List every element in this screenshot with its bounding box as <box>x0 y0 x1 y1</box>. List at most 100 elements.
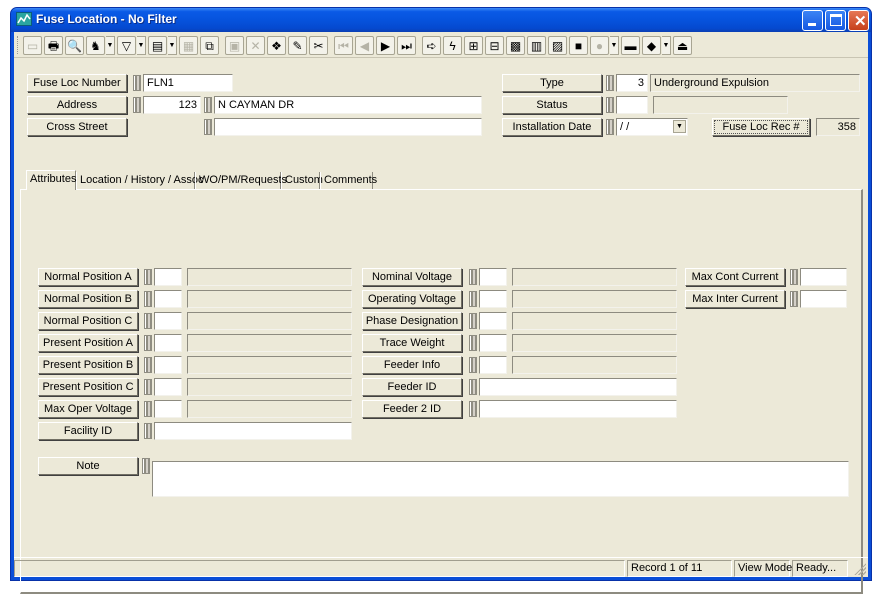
maximize-button[interactable] <box>825 10 846 31</box>
tab-custom[interactable]: Custom <box>281 172 323 190</box>
edit-button[interactable]: ✎ <box>288 36 307 55</box>
note-textarea[interactable] <box>152 461 849 497</box>
operating-voltage-code-field[interactable] <box>479 290 507 308</box>
chevron-down-icon[interactable]: ▼ <box>673 120 686 133</box>
last-button[interactable]: ⏭ <box>397 36 416 55</box>
resize-grip[interactable] <box>854 563 866 575</box>
address-button[interactable]: Address <box>27 96 127 114</box>
feeder-info-code-field[interactable] <box>479 356 507 374</box>
cross-street-field[interactable] <box>214 118 482 136</box>
installation-date-field[interactable]: / / ▼ <box>616 118 688 136</box>
nominal-voltage-code-field[interactable] <box>479 268 507 286</box>
preview-button[interactable]: 🔍 <box>65 36 84 55</box>
minimize-button[interactable] <box>802 10 823 31</box>
properties-button[interactable]: ▦ <box>179 36 198 55</box>
feeder-id-field[interactable] <box>479 378 677 396</box>
phase-designation-code-field[interactable] <box>479 312 507 330</box>
feeder-id-button[interactable]: Feeder ID <box>362 378 462 396</box>
address-number-field[interactable]: 123 <box>143 96 201 114</box>
report-button[interactable]: ▤ <box>148 36 167 55</box>
tab-attributes[interactable]: Attributes <box>26 170 76 190</box>
operating-voltage-button[interactable]: Operating Voltage <box>362 290 462 308</box>
trace-weight-code-field[interactable] <box>479 334 507 352</box>
tab-location-history-assoc[interactable]: Location / History / Assoc <box>76 172 204 190</box>
report-dropdown[interactable]: ▼ <box>168 36 177 55</box>
status-code-field[interactable] <box>616 96 648 114</box>
exit-button[interactable]: ⏏ <box>673 36 692 55</box>
title-bar[interactable]: Fuse Location - No Filter ✕ <box>11 8 871 32</box>
normal-position-a-code-field[interactable] <box>154 268 182 286</box>
tab-wo-pm-requests[interactable]: WO/PM/Requests <box>195 172 287 190</box>
facility-id-field[interactable] <box>154 422 352 440</box>
tab-comments[interactable]: Comments <box>320 172 377 190</box>
fuse-loc-number-field[interactable]: FLN1 <box>143 74 233 92</box>
max-inter-current-button[interactable]: Max Inter Current <box>685 290 785 308</box>
feeder-2-id-button[interactable]: Feeder 2 ID <box>362 400 462 418</box>
max-cont-current-field[interactable] <box>800 268 847 286</box>
book-dropdown[interactable]: ▼ <box>662 36 671 55</box>
installation-date-button[interactable]: Installation Date <box>502 118 602 136</box>
copy-record-button[interactable]: ⧉ <box>200 36 219 55</box>
present-position-c-button[interactable]: Present Position C <box>38 378 138 396</box>
feeder-2-id-field[interactable] <box>479 400 677 418</box>
book-button[interactable]: ◆ <box>642 36 661 55</box>
feeder-info-button[interactable]: Feeder Info <box>362 356 462 374</box>
globe-button[interactable]: ● <box>590 36 609 55</box>
network-button[interactable]: ⊟ <box>485 36 504 55</box>
linked-button[interactable]: ▨ <box>548 36 567 55</box>
present-position-b-code-field[interactable] <box>154 356 182 374</box>
search-button[interactable]: ♞ <box>86 36 105 55</box>
record-view-button[interactable]: ▭ <box>23 36 42 55</box>
normal-position-c-button[interactable]: Normal Position C <box>38 312 138 330</box>
archive-button[interactable]: ▥ <box>527 36 546 55</box>
present-position-a-button[interactable]: Present Position A <box>38 334 138 352</box>
add-button[interactable]: ❖ <box>267 36 286 55</box>
status-button[interactable]: Status <box>502 96 602 114</box>
next-button[interactable]: ▶ <box>376 36 395 55</box>
cut-button[interactable]: ✂ <box>309 36 328 55</box>
fuse-loc-number-button[interactable]: Fuse Loc Number <box>27 74 127 92</box>
globe-dropdown[interactable]: ▼ <box>610 36 619 55</box>
normal-position-c-code-field[interactable] <box>154 312 182 330</box>
fuse-loc-rec-button[interactable]: Fuse Loc Rec # <box>712 118 810 136</box>
required-marker <box>144 401 152 417</box>
present-position-c-description-field <box>187 378 352 396</box>
max-inter-current-field[interactable] <box>800 290 847 308</box>
normal-position-b-code-field[interactable] <box>154 290 182 308</box>
save-button[interactable]: ▣ <box>225 36 244 55</box>
filter-dropdown[interactable]: ▼ <box>137 36 146 55</box>
max-cont-current-button[interactable]: Max Cont Current <box>685 268 785 286</box>
normal-position-b-button[interactable]: Normal Position B <box>38 290 138 308</box>
close-button[interactable]: ✕ <box>848 10 869 31</box>
phase-designation-button[interactable]: Phase Designation <box>362 312 462 330</box>
calculator-button[interactable]: ▬ <box>621 36 640 55</box>
print-button[interactable]: 🖶 <box>44 36 63 55</box>
present-position-b-button[interactable]: Present Position B <box>38 356 138 374</box>
trace-weight-button[interactable]: Trace Weight <box>362 334 462 352</box>
nominal-voltage-button[interactable]: Nominal Voltage <box>362 268 462 286</box>
trace-button[interactable]: ϟ <box>443 36 462 55</box>
previous-button[interactable]: ◀ <box>355 36 374 55</box>
search-dropdown[interactable]: ▼ <box>106 36 115 55</box>
filter-button[interactable]: ▽ <box>117 36 136 55</box>
equipment-button[interactable]: ▩ <box>506 36 525 55</box>
max-oper-voltage-code-field[interactable] <box>154 400 182 418</box>
type-code-field[interactable]: 3 <box>616 74 648 92</box>
cross-street-button[interactable]: Cross Street <box>27 118 127 136</box>
type-button[interactable]: Type <box>502 74 602 92</box>
normal-position-a-button[interactable]: Normal Position A <box>38 268 138 286</box>
delete-button[interactable]: ✕ <box>246 36 265 55</box>
toolbox-button[interactable]: ■ <box>569 36 588 55</box>
present-position-a-code-field[interactable] <box>154 334 182 352</box>
map-button[interactable]: ⊞ <box>464 36 483 55</box>
toolbar-grip[interactable] <box>17 36 20 54</box>
goto-button[interactable]: ➪ <box>422 36 441 55</box>
max-oper-voltage-button[interactable]: Max Oper Voltage <box>38 400 138 418</box>
first-button[interactable]: ⏮ <box>334 36 353 55</box>
document-icon: ▤ <box>151 38 164 53</box>
required-marker <box>144 357 152 373</box>
note-button[interactable]: Note <box>38 457 138 475</box>
facility-id-button[interactable]: Facility ID <box>38 422 138 440</box>
present-position-c-code-field[interactable] <box>154 378 182 396</box>
address-street-field[interactable]: N CAYMAN DR <box>214 96 482 114</box>
